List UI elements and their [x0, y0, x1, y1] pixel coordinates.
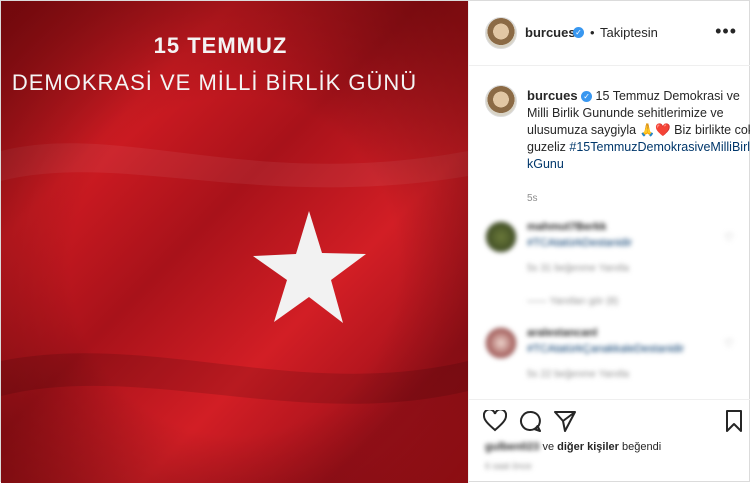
- like-heart-icon[interactable]: [483, 410, 507, 432]
- header-username[interactable]: burcues: [525, 25, 576, 40]
- verified-check-icon: ✓: [581, 91, 593, 102]
- avatar[interactable]: [485, 221, 517, 253]
- more-options-icon[interactable]: •••: [715, 21, 737, 42]
- image-headline-title: DEMOKRASİ VE MİLLİ BİRLİK GÜNÜ: [11, 70, 418, 95]
- verified-check-icon: ✓: [573, 27, 584, 38]
- comment-meta: 5s 31 beğenme Yanıtla: [527, 263, 629, 274]
- reply-button[interactable]: Yanıtla: [599, 369, 629, 380]
- others-link[interactable]: diğer kişiler: [557, 441, 619, 453]
- heart-icon[interactable]: ♡: [724, 231, 734, 244]
- comment-username[interactable]: mahmut7Berkk: [527, 221, 606, 233]
- comment-text[interactable]: #TCAtatürkÇanakkaleDestanidir: [527, 343, 684, 355]
- caption-time: 5s: [527, 193, 538, 204]
- comment-bubble-icon[interactable]: [518, 410, 542, 432]
- view-replies-button[interactable]: —— Yanıtları gör (8): [527, 296, 618, 307]
- avatar[interactable]: [485, 85, 517, 117]
- comment-likes[interactable]: 31 beğenme: [540, 263, 596, 274]
- avatar[interactable]: [485, 327, 517, 359]
- avatar[interactable]: [485, 17, 517, 49]
- post-header: burcues ✓ • Takiptesin •••: [469, 1, 750, 66]
- action-bar: [469, 399, 750, 440]
- comment-meta: 5s 22 beğenme Yanıtla: [527, 369, 629, 380]
- post-sidebar: burcues ✓ • Takiptesin ••• burcues ✓ 15 …: [468, 1, 750, 483]
- share-plane-icon[interactable]: [553, 410, 577, 432]
- likes-summary: gulben023 ve diğer kişiler beğendi: [485, 441, 661, 453]
- likes-suffix: beğendi: [621, 441, 662, 453]
- comment-text[interactable]: #TCAtatürkDestanidir: [527, 237, 632, 249]
- caption-text-wrap: burcues ✓ 15 Temmuz Demokrasi ve Milli B…: [527, 87, 750, 173]
- likes-connector: ve: [542, 441, 555, 453]
- caption-username[interactable]: burcues: [527, 88, 578, 103]
- instagram-post: 15 TEMMUZ DEMOKRASİ VE MİLLİ BİRLİK GÜNÜ…: [0, 0, 750, 483]
- post-date: 6 saat önce: [485, 461, 532, 471]
- liker-username[interactable]: gulben023: [485, 441, 539, 453]
- comment-likes[interactable]: 22 beğenme: [540, 369, 596, 380]
- heart-icon[interactable]: ♡: [724, 337, 734, 350]
- post-image[interactable]: 15 TEMMUZ DEMOKRASİ VE MİLLİ BİRLİK GÜNÜ: [1, 1, 468, 483]
- save-bookmark-icon[interactable]: [725, 410, 743, 432]
- comment-username[interactable]: aralestancanl: [527, 327, 597, 339]
- reply-button[interactable]: Yanıtla: [599, 263, 629, 274]
- image-headline-date: 15 TEMMUZ: [153, 33, 288, 58]
- header-separator: •: [590, 25, 595, 40]
- following-button[interactable]: Takiptesin: [600, 25, 658, 40]
